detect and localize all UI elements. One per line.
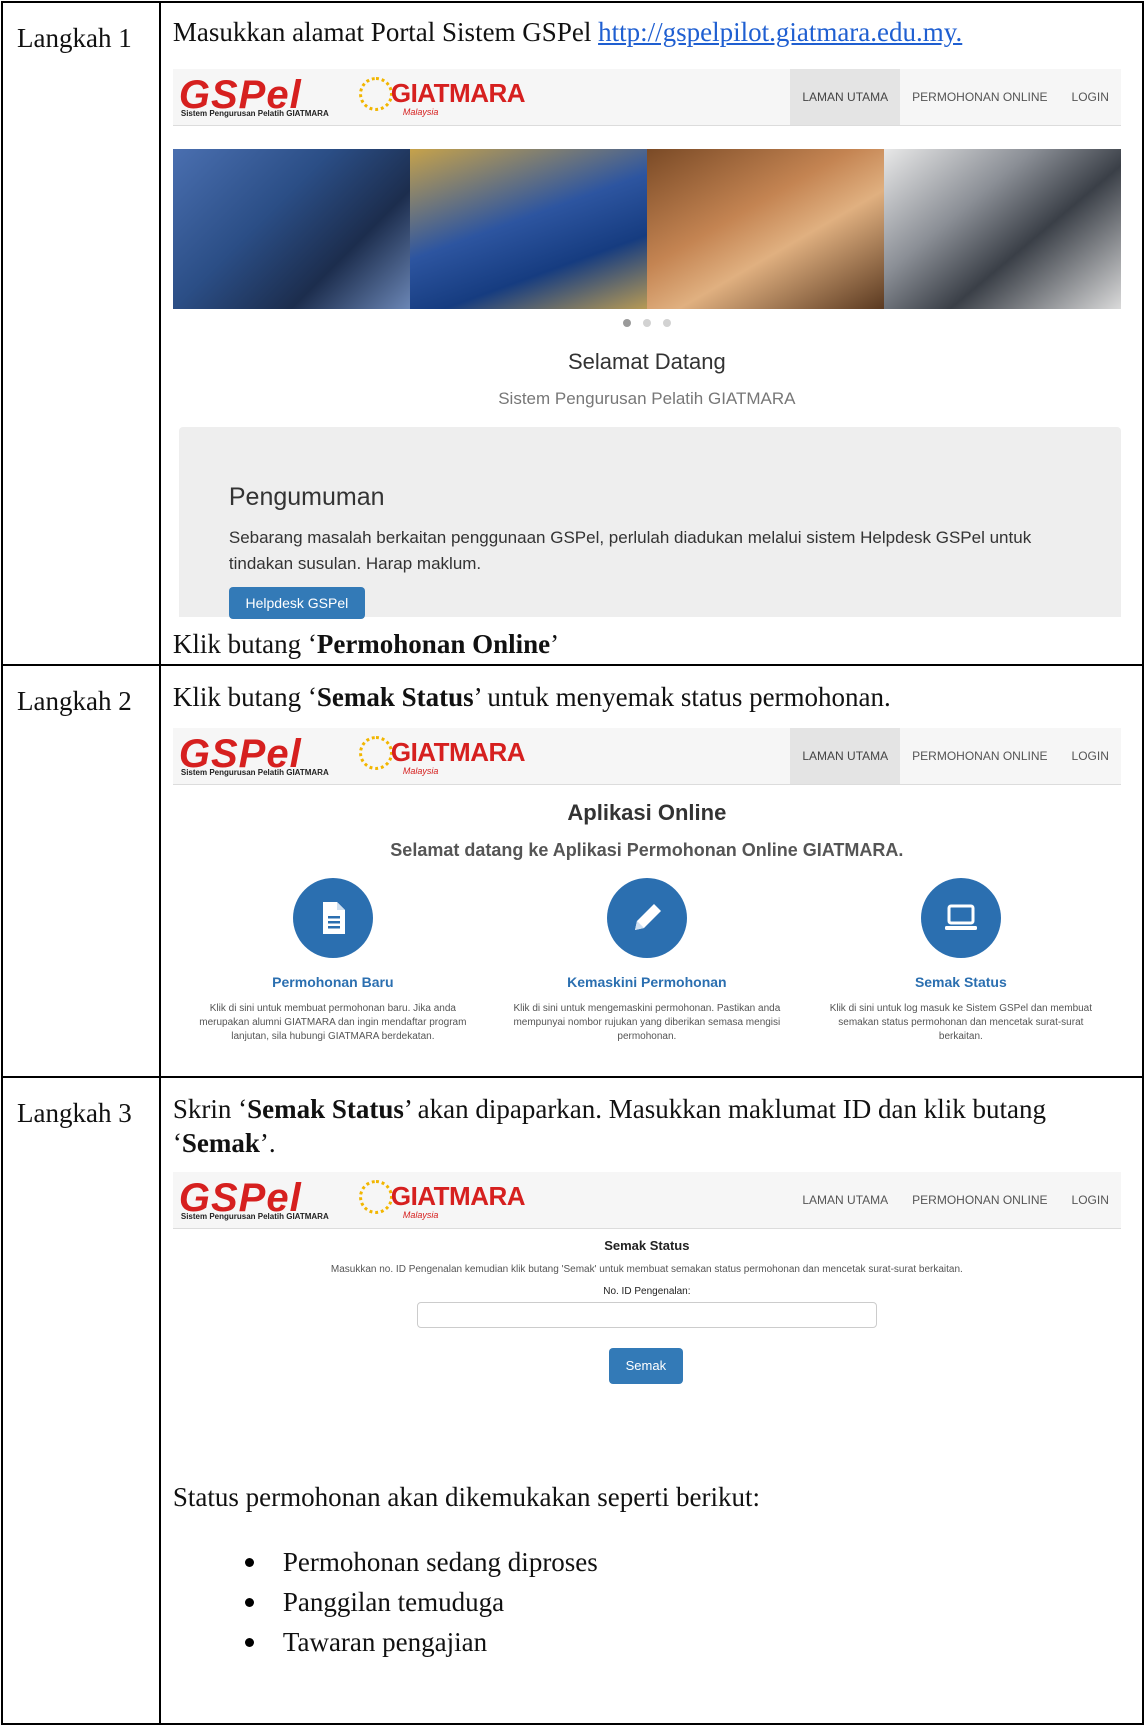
check-status-screenshot: GSPel Sistem Pengurusan Pelatih GIATMARA… <box>172 1172 1121 1412</box>
step-2-content: Klik butang ‘Semak Status’ untuk menyema… <box>158 664 1145 1078</box>
card-check-status[interactable]: Semak Status Klik di sini untuk log masu… <box>811 878 1111 1044</box>
step-1-content: Masukkan alamat Portal Sistem GSPel http… <box>158 1 1145 666</box>
navbar: GSPel Sistem Pengurusan Pelatih GIATMARA… <box>172 728 1121 785</box>
document-icon <box>292 878 373 958</box>
list-item: Panggilan temuduga <box>244 1582 598 1622</box>
step-1-row: Langkah 1 Masukkan alamat Portal Sistem … <box>1 1 1145 666</box>
card-new-application[interactable]: Permohonan Baru Klik di sini untuk membu… <box>183 878 483 1044</box>
carousel-dot-1[interactable] <box>622 319 631 327</box>
check-button[interactable]: Semak <box>608 1348 683 1384</box>
step-1-action-bold: Permohonan Online <box>316 629 551 659</box>
helpdesk-button[interactable]: Helpdesk GSPel <box>228 587 365 619</box>
nav-menu: LAMAN UTAMA PERMOHONAN ONLINE LOGIN <box>790 1172 1121 1228</box>
nav-login[interactable]: LOGIN <box>1060 1172 1121 1228</box>
online-app-screenshot: GSPel Sistem Pengurusan Pelatih GIATMARA… <box>172 728 1121 1068</box>
list-item: Permohonan sedang diproses <box>244 1542 598 1582</box>
step-3-instr-bold-1: Semak Status <box>247 1094 404 1124</box>
announcement-text: Sebarang masalah berkaitan penggunaan GS… <box>228 528 1032 573</box>
card-update-application[interactable]: Kemaskini Permohonan Klik di sini untuk … <box>497 878 797 1044</box>
nav-online-application[interactable]: PERMOHONAN ONLINE <box>900 728 1059 784</box>
step-3-instr-suffix: ’. <box>259 1128 276 1158</box>
online-app-title: Aplikasi Online <box>567 800 727 825</box>
giatmara-wordmark: GIATMARA <box>390 737 526 767</box>
giatmara-badge-icon <box>358 736 393 770</box>
step-2-instr-prefix: Klik butang ‘ <box>172 682 317 712</box>
step-3-label: Langkah 3 <box>1 1076 161 1725</box>
announcement-title: Pengumuman <box>228 483 385 511</box>
navbar: GSPel Sistem Pengurusan Pelatih GIATMARA… <box>172 1172 1121 1229</box>
carousel-indicators <box>173 319 1121 327</box>
step-3-instruction: Skrin ‘Semak Status’ akan dipaparkan. Ma… <box>173 1092 1113 1160</box>
step-2-label: Langkah 2 <box>1 664 161 1078</box>
carousel-dot-3[interactable] <box>662 319 671 327</box>
gspel-logo[interactable]: GSPel Sistem Pengurusan Pelatih GIATMARA… <box>179 734 526 778</box>
nav-home[interactable]: LAMAN UTAMA <box>790 1172 900 1228</box>
gspel-logo[interactable]: GSPel Sistem Pengurusan Pelatih GIATMARA… <box>179 1178 526 1222</box>
id-field-label: No. ID Pengenalan: <box>603 1286 691 1297</box>
step-3-instr-prefix: Skrin ‘ <box>172 1094 248 1124</box>
step-1-action: Klik butang ‘Permohonan Online’ <box>173 627 559 661</box>
giatmara-wordmark: GIATMARA <box>390 1181 526 1211</box>
step-2-row: Langkah 2 Klik butang ‘Semak Status’ unt… <box>1 664 1145 1078</box>
nav-online-application[interactable]: PERMOHONAN ONLINE <box>900 1172 1059 1228</box>
list-item: Tawaran pengajian <box>244 1622 598 1662</box>
steps-table: Langkah 1 Masukkan alamat Portal Sistem … <box>1 1 1145 1725</box>
welcome-title: Selamat Datang <box>567 349 726 374</box>
nav-home[interactable]: LAMAN UTAMA <box>790 728 901 784</box>
step-1-action-prefix: Klik butang ‘ <box>172 629 317 659</box>
status-list: Permohonan sedang diproses Panggilan tem… <box>244 1542 598 1662</box>
document-page: Langkah 1 Masukkan alamat Portal Sistem … <box>0 0 1145 1725</box>
step-1-action-suffix: ’ <box>550 629 560 659</box>
step-1-label: Langkah 1 <box>1 1 161 666</box>
step-2-instr-suffix: ’ untuk menyemak status permohonan. <box>473 682 891 712</box>
online-app-subtitle: Selamat datang ke Aplikasi Permohonan On… <box>390 840 904 860</box>
announcement-panel: Pengumuman Sebarang masalah berkaitan pe… <box>178 427 1121 619</box>
id-number-input[interactable] <box>416 1302 877 1328</box>
nav-menu: LAMAN UTAMA PERMOHONAN ONLINE LOGIN <box>790 728 1121 784</box>
nav-login[interactable]: LOGIN <box>1060 728 1121 784</box>
welcome-subtitle: Sistem Pengurusan Pelatih GIATMARA <box>498 389 796 408</box>
giatmara-tagline: Malaysia <box>402 766 439 776</box>
card-check-status-desc: Klik di sini untuk log masuk ke Sistem G… <box>829 1003 1093 1042</box>
step-3-row: Langkah 3 Skrin ‘Semak Status’ akan dipa… <box>1 1076 1145 1725</box>
pencil-icon <box>606 878 687 958</box>
step-3-content: Skrin ‘Semak Status’ akan dipaparkan. Ma… <box>158 1076 1145 1725</box>
giatmara-tagline: Malaysia <box>402 1210 439 1220</box>
status-intro: Status permohonan akan dikemukakan seper… <box>172 1482 760 1512</box>
card-update-application-title[interactable]: Kemaskini Permohonan <box>497 974 797 990</box>
card-new-application-title[interactable]: Permohonan Baru <box>183 974 483 990</box>
gspel-tagline: Sistem Pengurusan Pelatih GIATMARA <box>180 1212 329 1221</box>
step-2-instruction: Klik butang ‘Semak Status’ untuk menyema… <box>173 680 891 714</box>
card-new-application-desc: Klik di sini untuk membuat permohonan ba… <box>199 1003 467 1042</box>
check-status-title: Semak Status <box>604 1238 690 1253</box>
step-2-instr-bold: Semak Status <box>316 682 474 712</box>
carousel-dot-2[interactable] <box>642 319 651 327</box>
card-update-application-desc: Klik di sini untuk mengemaskini permohon… <box>513 1003 781 1042</box>
portal-home-body: Selamat Datang Sistem Pengurusan Pelatih… <box>173 3 1121 666</box>
giatmara-badge-icon <box>358 1180 393 1214</box>
gspel-tagline: Sistem Pengurusan Pelatih GIATMARA <box>180 768 329 777</box>
card-check-status-title[interactable]: Semak Status <box>811 974 1111 990</box>
check-status-description: Masukkan no. ID Pengenalan kemudian klik… <box>330 1264 963 1275</box>
step-3-instr-bold-2: Semak <box>181 1128 260 1158</box>
laptop-icon <box>920 878 1001 958</box>
